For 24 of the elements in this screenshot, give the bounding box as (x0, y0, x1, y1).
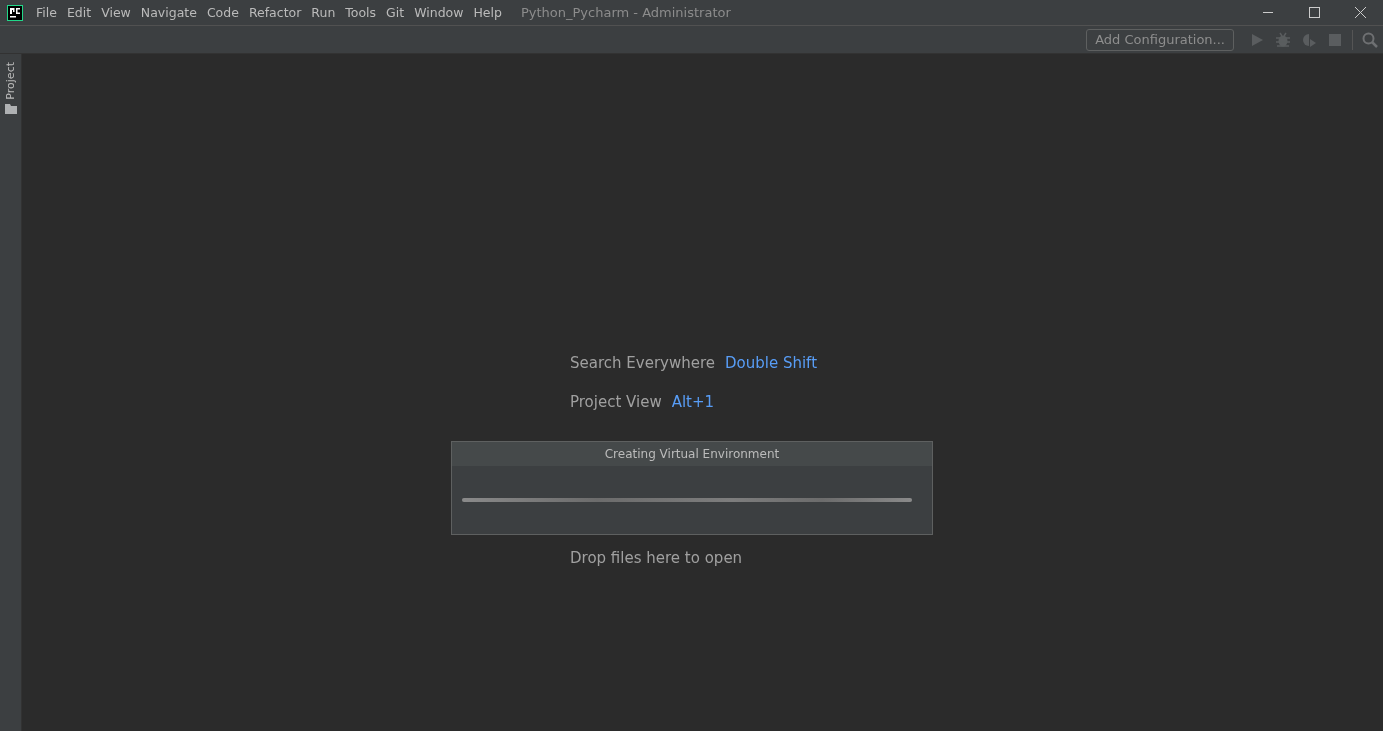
menu-item[interactable]: Tools (340, 5, 382, 20)
app-logo-icon (7, 4, 23, 21)
menu-item[interactable]: Refactor (243, 5, 307, 20)
menu-item[interactable]: File (31, 5, 62, 20)
menu-item[interactable]: Window (409, 5, 469, 20)
menu-item[interactable]: Edit (61, 5, 97, 20)
window-title: Python_Pycharm - Administrator (520, 5, 731, 20)
menu-item[interactable]: Help (468, 5, 507, 20)
hint-shortcut: Alt+1 (671, 392, 715, 411)
add-configuration-button[interactable]: Add Configuration... (1086, 28, 1234, 51)
menu-item[interactable]: View (96, 5, 136, 20)
hint-shortcut: Double Shift (725, 353, 817, 372)
search-icon[interactable] (1361, 30, 1379, 49)
dialog-title: Creating Virtual Environment (452, 442, 932, 466)
hint-action: Project View (570, 392, 662, 411)
menu-item[interactable]: Code (201, 5, 244, 20)
folder-icon (4, 103, 17, 114)
menu-item[interactable]: Git (381, 5, 410, 20)
project-tool-tab[interactable]: Project (4, 62, 17, 114)
menu-item[interactable]: Navigate (135, 5, 202, 20)
hint-action: Drop files here to open (570, 548, 743, 567)
menu-item[interactable]: Run (306, 5, 341, 20)
debug-icon[interactable] (1274, 30, 1292, 49)
hint-action: Search Everywhere (570, 353, 715, 372)
